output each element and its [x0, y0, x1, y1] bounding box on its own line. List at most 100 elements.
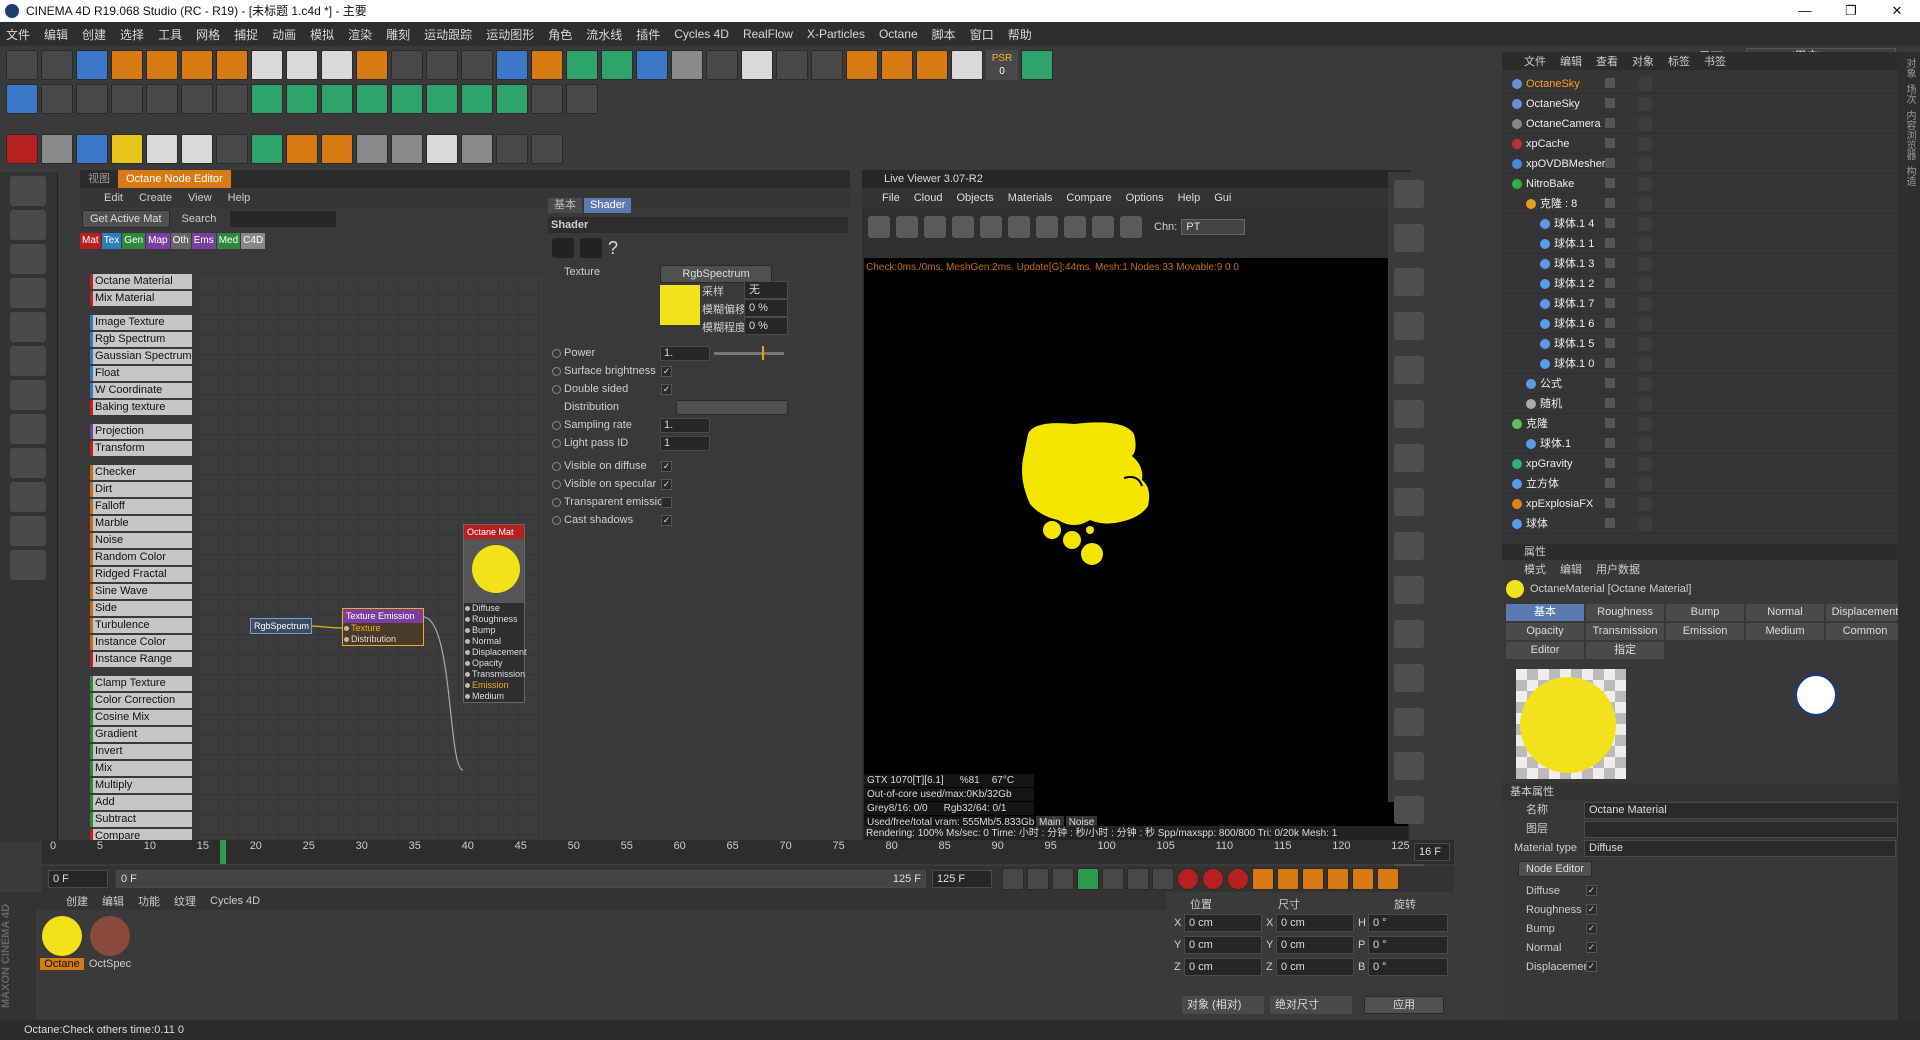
get-active-mat-button[interactable]: Get Active Mat: [82, 210, 170, 228]
workplane-icon[interactable]: [10, 244, 46, 274]
scale-icon[interactable]: [146, 50, 178, 80]
cast-shadows-checkbox[interactable]: ✓: [661, 515, 672, 526]
rotation-field[interactable]: 0 °: [1368, 936, 1448, 954]
menu-item[interactable]: 动画: [272, 26, 296, 43]
octane-link-icon[interactable]: [531, 134, 563, 164]
node-list-item[interactable]: Ridged Fractal: [90, 567, 192, 582]
channel-checkbox[interactable]: ✓: [1586, 942, 1597, 953]
xp-particles-icon[interactable]: [286, 84, 318, 114]
menu-item[interactable]: 创建: [82, 26, 106, 43]
spline-tool-icon[interactable]: [41, 84, 73, 114]
object-manager-tab[interactable]: 对象: [1632, 53, 1654, 69]
auto-key-icon[interactable]: [1202, 868, 1224, 890]
search-input[interactable]: [230, 211, 337, 227]
menu-item[interactable]: Cycles 4D: [674, 27, 729, 41]
tweak-icon[interactable]: [10, 414, 46, 444]
object-manager-tab[interactable]: 文件: [1524, 53, 1546, 69]
object-name[interactable]: 随机: [1540, 394, 1562, 414]
blur-degree-field[interactable]: 0 %: [744, 317, 788, 335]
visibility-toggle-icon[interactable]: [1605, 298, 1615, 308]
object-tag-icon[interactable]: [1638, 97, 1652, 111]
prev-frame-icon[interactable]: [1052, 868, 1074, 890]
visibility-toggle-icon[interactable]: [1605, 318, 1615, 328]
object-name[interactable]: 球体.1 1: [1554, 234, 1594, 254]
object-name[interactable]: NitroBake: [1526, 174, 1574, 194]
object-name[interactable]: 球体.1 0: [1554, 354, 1594, 374]
rotation-field[interactable]: 0 °: [1368, 958, 1448, 976]
edges-icon[interactable]: [181, 84, 213, 114]
x-axis-icon[interactable]: [251, 50, 283, 80]
visibility-toggle-icon[interactable]: [1605, 458, 1615, 468]
viewport-layout-icon[interactable]: [6, 84, 38, 114]
light-icon[interactable]: [741, 50, 773, 80]
lv-menu-options[interactable]: Options: [1126, 192, 1164, 204]
mat-pin-normal[interactable]: Normal: [464, 636, 524, 647]
material-tab[interactable]: Displacement: [1826, 604, 1904, 621]
visibility-toggle-icon[interactable]: [1605, 118, 1615, 128]
object-tag-icon[interactable]: [1638, 517, 1652, 531]
timeline-ruler[interactable]: 0 5 10 15 20 25 30 35 40 45 50 55 60 65 70 75 80 85 90 95 10…: [42, 840, 1454, 864]
material-tab[interactable]: Bump: [1666, 604, 1744, 621]
node-list-item[interactable]: Falloff: [90, 499, 192, 514]
vp-bulge-icon[interactable]: [1394, 620, 1424, 648]
visibility-toggle-icon[interactable]: [1605, 378, 1615, 388]
record-key-icon[interactable]: [1177, 868, 1199, 890]
tab-shader[interactable]: Shader: [584, 198, 632, 213]
vp-grid-icon[interactable]: [1394, 312, 1424, 340]
material-tab[interactable]: Emission: [1666, 623, 1744, 640]
octane-checker-icon[interactable]: [496, 134, 528, 164]
sculpt-icon[interactable]: [10, 516, 46, 546]
node-list-item[interactable]: Baking texture: [90, 400, 192, 415]
category-tab-c4d[interactable]: C4D: [241, 233, 266, 249]
menu-item[interactable]: 流水线: [586, 26, 622, 43]
object-name[interactable]: OctaneCamera: [1526, 114, 1601, 134]
power-slider[interactable]: [714, 346, 784, 360]
mat-pin-emission[interactable]: Emission: [464, 680, 524, 691]
object-tag-icon[interactable]: [1638, 417, 1652, 431]
material-thumbnail[interactable]: Octane: [40, 914, 84, 970]
node-list-item[interactable]: Mix Material: [90, 291, 192, 306]
lv-pause-icon[interactable]: [924, 216, 946, 238]
node-list-item[interactable]: Instance Color: [90, 635, 192, 650]
object-row[interactable]: 克隆 : 8: [1502, 194, 1920, 214]
object-name[interactable]: xpCache: [1526, 134, 1569, 154]
xp-system-icon[interactable]: [811, 50, 843, 80]
recent-tools-icon[interactable]: [216, 50, 248, 80]
node-list-item[interactable]: Octane Material: [90, 274, 192, 289]
menu-item[interactable]: 窗口: [970, 26, 994, 43]
side-tab[interactable]: 对象: [1902, 58, 1917, 78]
node-list-item[interactable]: Invert: [90, 744, 192, 759]
object-row[interactable]: 球体.1 5: [1502, 334, 1920, 354]
xp-mesher-icon[interactable]: [356, 84, 388, 114]
texture-color-swatch[interactable]: [660, 285, 700, 325]
mat-pin-bump[interactable]: Bump: [464, 625, 524, 636]
lv-focus-icon[interactable]: [1064, 216, 1086, 238]
vp-pen-icon[interactable]: [1394, 268, 1424, 296]
object-name[interactable]: xpGravity: [1526, 454, 1572, 474]
object-row[interactable]: 球体.1 6: [1502, 314, 1920, 334]
pen-icon[interactable]: [531, 50, 563, 80]
node-list-item[interactable]: Random Color: [90, 550, 192, 565]
frame-range-slider[interactable]: 0 F 125 F: [116, 870, 926, 888]
ies-icon[interactable]: [580, 238, 602, 258]
node-list-item[interactable]: Color Correction: [90, 693, 192, 708]
transparent-emission-checkbox[interactable]: [661, 497, 672, 508]
menu-item[interactable]: 角色: [548, 26, 572, 43]
render-picture-viewer-icon[interactable]: [426, 50, 458, 80]
object-row[interactable]: xpCache: [1502, 134, 1920, 154]
layer-field[interactable]: [1584, 821, 1898, 838]
object-name[interactable]: xpOVDBMesher: [1526, 154, 1605, 174]
node-list-item[interactable]: Multiply: [90, 778, 192, 793]
object-tag-icon[interactable]: [1638, 477, 1652, 491]
camera-icon[interactable]: [706, 50, 738, 80]
light-pass-field[interactable]: 1: [660, 436, 710, 451]
material-tab[interactable]: 基本: [1506, 604, 1584, 621]
node-list-item[interactable]: Instance Range: [90, 652, 192, 667]
side-tab[interactable]: 构造: [1902, 166, 1917, 186]
mat-pin-displacement[interactable]: Displacement: [464, 647, 527, 658]
attribute-menu-item[interactable]: 模式: [1524, 561, 1546, 577]
material-tab[interactable]: Normal: [1746, 604, 1824, 621]
position-field[interactable]: 0 cm: [1184, 936, 1262, 954]
node-list-item[interactable]: Image Texture: [90, 315, 192, 330]
object-row[interactable]: xpOVDBMesher: [1502, 154, 1920, 174]
